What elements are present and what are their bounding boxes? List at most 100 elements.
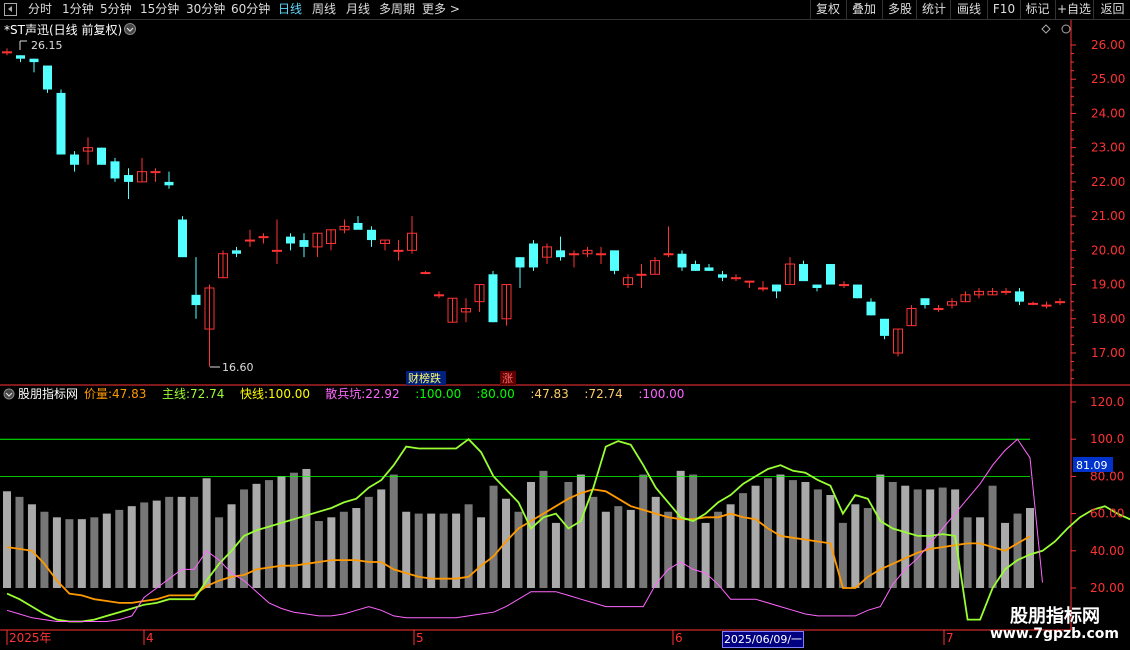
volume-bar (264, 480, 273, 588)
volume-bar (289, 472, 298, 588)
indicator-collapse-icon[interactable] (3, 388, 15, 400)
volume-bar (739, 493, 748, 588)
volume-bar (15, 496, 24, 588)
legend-item-8: :100.00 (638, 387, 684, 401)
volume-bar (776, 474, 785, 588)
candle-body (29, 58, 39, 63)
volume-bar (701, 522, 710, 588)
volume-bar (439, 513, 448, 588)
volume-bar (801, 481, 810, 588)
volume-bar (963, 517, 972, 588)
candle-body (191, 294, 201, 306)
stock-chart[interactable]: 26.00 25.00 24.00 23.00 22.00 21.00 20.00 19.00… (0, 0, 1130, 650)
volume-bar (152, 500, 161, 588)
candle-body (1055, 301, 1065, 304)
low-price-label: 16.60 (222, 361, 254, 374)
candle-body (299, 240, 309, 247)
volume-bar (601, 511, 610, 588)
candle-body (367, 229, 376, 241)
candle-body (880, 318, 889, 336)
volume-bar (826, 495, 835, 588)
candle-body (56, 92, 66, 155)
candle-body (677, 253, 687, 268)
volume-bar (252, 483, 261, 588)
volume-bar (277, 476, 286, 588)
volume-bar (127, 506, 136, 588)
candle-body (124, 175, 133, 182)
volume-bar (364, 496, 373, 588)
volume-bar (302, 468, 311, 588)
ind-tick-label: 100.0 (1090, 432, 1124, 446)
candle-body (232, 250, 241, 254)
candle-body (744, 280, 755, 283)
candle-body (704, 267, 714, 271)
indicator-legend: 价量:47.83 主线:72.74 快线:100.00 散兵坑:22.92:100.0… (84, 386, 684, 401)
legend-item-5: :80.00 (476, 387, 514, 401)
volume-bar (215, 517, 224, 588)
price-tick-label: 22.00 (1091, 175, 1125, 189)
volume-bar (177, 496, 186, 588)
volume-bar (988, 485, 997, 588)
volume-bar (676, 470, 685, 588)
title-dropdown-icon[interactable] (124, 23, 136, 35)
volume-bar (77, 519, 86, 588)
high-marker-line (19, 40, 27, 50)
candle-body (596, 253, 606, 256)
legend-item-6: :47.83 (530, 387, 568, 401)
series-line-2 (6, 438, 1043, 622)
candle-body (799, 264, 808, 282)
volume-bar (427, 513, 436, 588)
watermark-name: 股朋指标网 (1010, 606, 1100, 627)
candle-body (826, 264, 835, 285)
watermark-url: www.7gpzb.com (990, 626, 1120, 642)
candle-body (150, 171, 161, 174)
candle-body (110, 161, 120, 179)
ind-tick-label: 120.0 (1090, 395, 1124, 409)
volume-bar (40, 511, 49, 588)
volume-bar (202, 478, 211, 588)
volume-bar (102, 513, 111, 588)
time-label: 5 (416, 631, 424, 645)
price-tick-label: 21.00 (1091, 209, 1125, 223)
candle-body (569, 253, 579, 256)
candle-body (772, 284, 781, 292)
diamond-icon[interactable] (1041, 24, 1051, 34)
time-axis: 2025年 4 5 6 7 (6, 630, 954, 645)
volume-bar (626, 509, 635, 588)
candle-body (920, 298, 930, 306)
volume-bar (714, 511, 723, 588)
candle-body (164, 181, 174, 186)
volume-bar (1026, 508, 1034, 588)
candle-body (393, 249, 404, 252)
legend-item-4: :100.00 (415, 387, 461, 401)
legend-item-2: 快线:100.00 (240, 387, 310, 401)
price-tick-label: 20.00 (1091, 243, 1125, 257)
volume-bar (3, 491, 11, 588)
volume-bar (526, 481, 535, 588)
high-price-label: 26.15 (31, 39, 63, 52)
price-tick-label: 25.00 (1091, 72, 1125, 86)
candle-body (43, 65, 52, 90)
candle-body (556, 250, 565, 258)
settings-circle-icon[interactable] (1061, 24, 1071, 34)
volume-bar (477, 517, 486, 588)
candle-body (636, 273, 647, 276)
volume-bar (639, 474, 648, 588)
candle-body (515, 257, 525, 268)
volume-bar (689, 474, 698, 588)
volume-bar (851, 504, 860, 588)
indicator-axis: 120.0100.080.0060.0040.0020.00 (1071, 395, 1124, 595)
time-label: 4 (146, 631, 154, 645)
legend-item-1: 主线:72.74 (162, 387, 224, 401)
candle-body (1001, 290, 1011, 293)
candle-body (434, 294, 444, 297)
price-tick-label: 18.00 (1091, 312, 1125, 326)
candle-body (286, 236, 295, 244)
candle-body (731, 277, 741, 280)
legend-item-3: 散兵坑:22.92 (325, 386, 399, 401)
candle-body (529, 243, 538, 268)
candle-body (353, 222, 363, 230)
ind-tick-label: 60.00 (1090, 507, 1124, 521)
event-label-1: 财榜跌 (408, 371, 441, 385)
volume-bar (377, 489, 386, 588)
